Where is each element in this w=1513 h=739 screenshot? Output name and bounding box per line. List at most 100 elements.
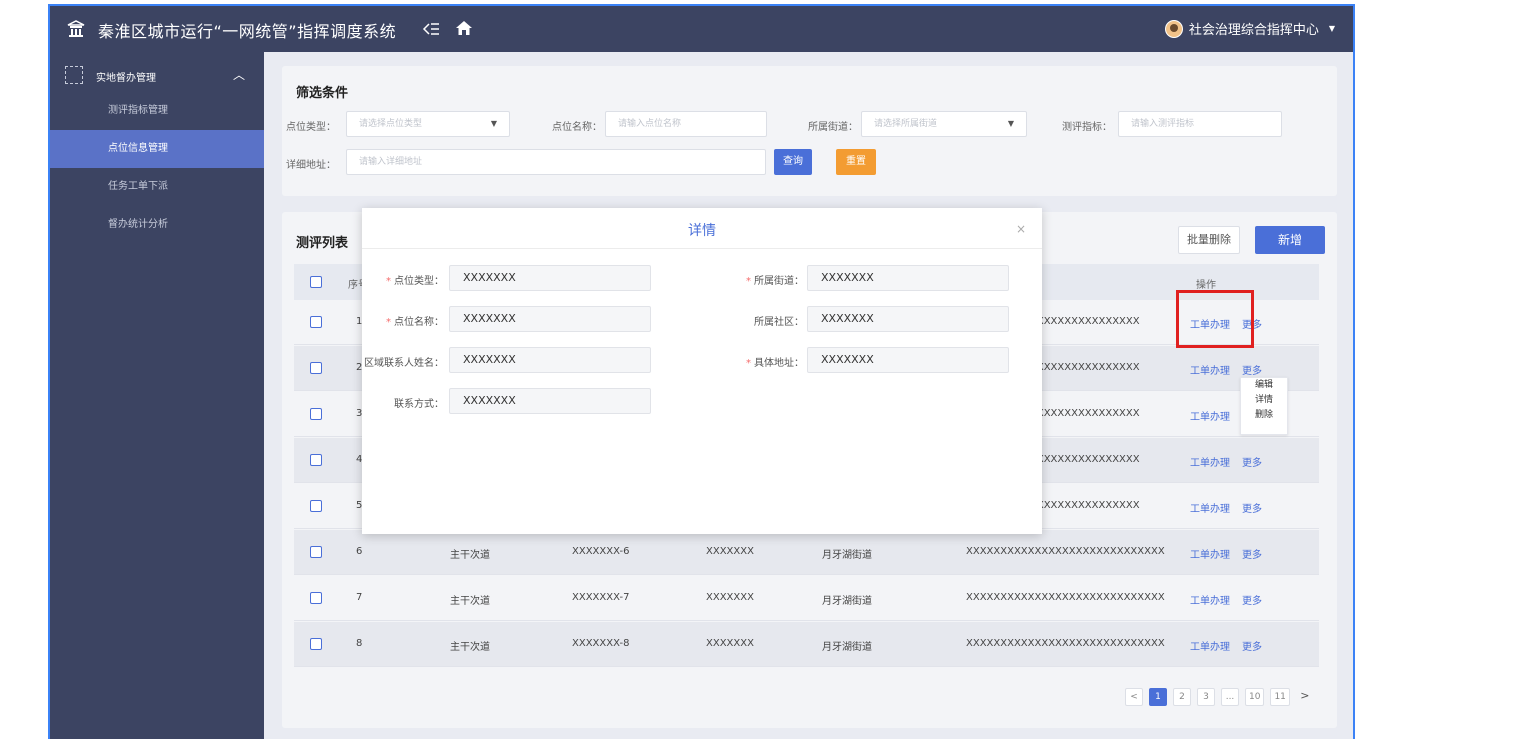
detail-modal: 详情 × * 点位类型： XXXXXXX * 所属街道： XXXXXXX * 点位名称… — [362, 208, 1042, 534]
list-title: 测评列表 — [296, 236, 349, 251]
cell-type: 主干次道 — [450, 550, 490, 561]
pager-page-10[interactable]: 10 — [1245, 688, 1265, 706]
more-link[interactable]: 更多 — [1242, 592, 1262, 607]
avatar — [1164, 19, 1183, 38]
cell-community: XXXXXXX — [706, 592, 754, 603]
address-label: 详细地址： — [286, 160, 336, 171]
row-checkbox[interactable] — [310, 592, 322, 604]
modal-title: 详情 — [688, 223, 716, 239]
pagination: < 1 2 3 ... 10 11 > — [1125, 688, 1314, 706]
point-name-label: 点位名称： — [552, 122, 602, 133]
dropdown-arrow-icon: ▼ — [490, 119, 497, 128]
pager-ellipsis[interactable]: ... — [1221, 688, 1239, 706]
process-order-link[interactable]: 工单办理 — [1190, 546, 1230, 561]
process-order-link[interactable]: 工单办理 — [1190, 408, 1230, 423]
caret-down-icon: ▼ — [1328, 24, 1335, 33]
more-link[interactable]: 更多 — [1242, 546, 1262, 561]
cell-seq: 7 — [356, 592, 363, 603]
more-link[interactable]: 更多 — [1242, 500, 1262, 515]
more-link[interactable]: 更多 — [1242, 454, 1262, 469]
process-order-link[interactable]: 工单办理 — [1190, 362, 1230, 377]
street-detail-field: XXXXXXX — [807, 265, 1009, 291]
cell-name: XXXXXXX-6 — [572, 546, 630, 557]
point-name-detail-label: * 点位名称： — [386, 317, 444, 328]
more-link[interactable]: 更多 — [1242, 362, 1262, 377]
point-type-detail-field: XXXXXXX — [449, 265, 651, 291]
point-name-input[interactable]: 请输入点位名称 — [605, 111, 767, 137]
add-button[interactable]: 新增 — [1255, 226, 1325, 254]
pager-page-3[interactable]: 3 — [1197, 688, 1215, 706]
pager-prev[interactable]: < — [1125, 688, 1143, 706]
sidebar-item-task-dispatch[interactable]: 任务工单下派 — [50, 168, 264, 206]
table-row: 8 主干次道 XXXXXXX-8 XXXXXXX 月牙湖街道 XXXXXXXXX… — [294, 622, 1319, 667]
select-all-checkbox[interactable] — [310, 276, 322, 288]
point-type-placeholder: 请选择点位类型 — [359, 119, 423, 129]
row-checkbox[interactable] — [310, 316, 322, 328]
pager-page-1[interactable]: 1 — [1149, 688, 1167, 706]
system-logo-icon — [67, 20, 85, 37]
point-type-select[interactable]: 请选择点位类型 ▼ — [346, 111, 510, 137]
cell-street: 月牙湖街道 — [822, 596, 872, 607]
process-order-link[interactable]: 工单办理 — [1190, 454, 1230, 469]
point-name-detail-field: XXXXXXX — [449, 306, 651, 332]
menu-item-edit[interactable]: 编辑 — [1241, 378, 1287, 393]
sidebar-group-label: 实地督办管理 — [96, 73, 156, 84]
query-button[interactable]: 查询 — [774, 149, 812, 175]
home-icon[interactable] — [455, 19, 473, 37]
row-checkbox[interactable] — [310, 500, 322, 512]
process-order-link[interactable]: 工单办理 — [1190, 316, 1230, 331]
street-placeholder: 请选择所属街道 — [874, 119, 938, 129]
process-order-link[interactable]: 工单办理 — [1190, 638, 1230, 653]
cell-street: 月牙湖街道 — [822, 642, 872, 653]
cell-name: XXXXXXX-8 — [572, 638, 630, 649]
index-input[interactable]: 请输入测评指标 — [1118, 111, 1282, 137]
cell-community: XXXXXXX — [706, 638, 754, 649]
menu-item-detail[interactable]: 详情 — [1241, 393, 1287, 408]
row-checkbox[interactable] — [310, 408, 322, 420]
sidebar-item-index-management[interactable]: 测评指标管理 — [50, 92, 264, 130]
required-mark: * — [746, 358, 751, 369]
process-order-link[interactable]: 工单办理 — [1190, 500, 1230, 515]
top-bar: 秦淮区城市运行“一网统管”指挥调度系统 社会治理综合指挥中心 ▼ — [50, 6, 1353, 52]
community-detail-label: 所属社区： — [754, 317, 804, 328]
more-link[interactable]: 更多 — [1242, 638, 1262, 653]
pager-page-11[interactable]: 11 — [1270, 688, 1290, 706]
point-type-label: 点位类型： — [286, 122, 336, 133]
sidebar-item-point-info[interactable]: 点位信息管理 — [50, 130, 264, 168]
cell-address: XXXXXXXXXXXXXXXX — [1030, 454, 1140, 465]
cell-address: XXXXXXXXXXXXXXXX — [1030, 408, 1140, 419]
sidebar-group-supervision[interactable]: 实地督办管理 ︿ — [50, 58, 264, 92]
menu-item-delete[interactable]: 删除 — [1241, 408, 1287, 423]
dropdown-arrow-icon: ▼ — [1007, 119, 1014, 128]
collapse-menu-icon[interactable] — [422, 20, 440, 38]
contact-name-detail-label: 区域联系人姓名： — [364, 358, 444, 369]
pager-page-2[interactable]: 2 — [1173, 688, 1191, 706]
batch-delete-button[interactable]: 批量删除 — [1178, 226, 1240, 254]
user-name: 社会治理综合指挥中心 — [1188, 23, 1319, 38]
more-link[interactable]: 更多 — [1242, 316, 1262, 331]
cell-name: XXXXXXX-7 — [572, 592, 630, 603]
process-order-link[interactable]: 工单办理 — [1190, 592, 1230, 607]
sidebar-item-statistics[interactable]: 督办统计分析 — [50, 206, 264, 244]
close-icon[interactable]: × — [1016, 222, 1026, 236]
menu-group-icon — [65, 66, 83, 84]
cell-address: XXXXXXXXXXXXXXXXXXXXXXXXXXXXX — [966, 546, 1165, 557]
row-checkbox[interactable] — [310, 638, 322, 650]
cell-seq: 6 — [356, 546, 363, 557]
point-type-detail-label: * 点位类型： — [386, 276, 444, 287]
row-checkbox[interactable] — [310, 362, 322, 374]
filter-title: 筛选条件 — [296, 86, 349, 101]
cell-address: XXXXXXXXXXXXXXXX — [1030, 500, 1140, 511]
required-mark: * — [386, 276, 391, 287]
cell-address: XXXXXXXXXXXXXXXX — [1030, 362, 1140, 373]
user-menu[interactable]: 社会治理综合指挥中心 ▼ — [1164, 19, 1335, 38]
required-mark: * — [386, 317, 391, 328]
table-row: 7 主干次道 XXXXXXX-7 XXXXXXX 月牙湖街道 XXXXXXXXX… — [294, 576, 1319, 621]
row-checkbox[interactable] — [310, 454, 322, 466]
reset-button[interactable]: 重置 — [836, 149, 876, 175]
sidebar: 实地督办管理 ︿ 测评指标管理 点位信息管理 任务工单下派 督办统计分析 — [50, 52, 264, 739]
row-checkbox[interactable] — [310, 546, 322, 558]
street-select[interactable]: 请选择所属街道 ▼ — [861, 111, 1027, 137]
pager-next[interactable]: > — [1296, 688, 1314, 706]
address-input[interactable]: 请输入详细地址 — [346, 149, 766, 175]
